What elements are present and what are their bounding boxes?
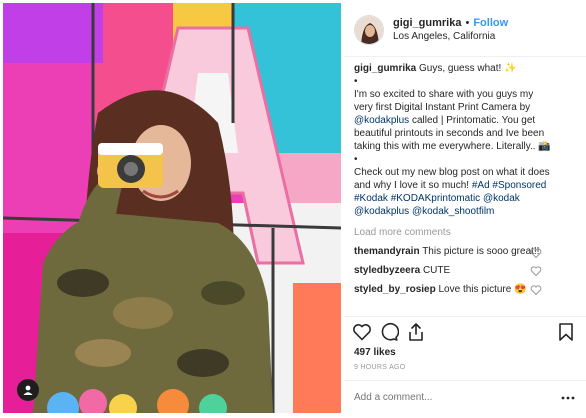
- comment-bubble-icon[interactable]: [379, 322, 399, 342]
- post-timestamp: 9 HOURS AGO: [354, 364, 406, 371]
- person-icon: [23, 385, 33, 395]
- caption-line1: Guys, guess what! ✨: [419, 63, 517, 74]
- header-separator: •: [465, 17, 470, 29]
- comment-heart-icon[interactable]: [530, 247, 542, 259]
- location-link[interactable]: Los Angeles, California: [393, 30, 508, 44]
- caption-para1-a: I'm so excited to share with you guys my…: [354, 89, 534, 113]
- avatar[interactable]: [354, 15, 384, 45]
- more-dots-icon[interactable]: [560, 393, 576, 403]
- load-more-comments-button[interactable]: Load more comments: [354, 226, 554, 239]
- post-caption: gigi_gumrika Guys, guess what! ✨ • I'm s…: [354, 62, 554, 218]
- comments-section: gigi_gumrika Guys, guess what! ✨ • I'm s…: [354, 62, 554, 296]
- avatar-image: [355, 16, 383, 44]
- caption-username[interactable]: gigi_gumrika: [354, 63, 416, 74]
- comment-text: Love this picture 😍: [438, 284, 527, 295]
- header-divider: [344, 56, 586, 57]
- post-side-panel: gigi_gumrika • Follow Los Angeles, Calif…: [344, 0, 586, 418]
- post-actions: [352, 322, 578, 344]
- follow-button[interactable]: Follow: [473, 16, 508, 30]
- comment-item: styledbyzeera CUTE: [354, 264, 554, 277]
- actions-divider: [344, 316, 586, 317]
- comment-username[interactable]: styledbyzeera: [354, 265, 420, 276]
- comment-text: CUTE: [422, 265, 451, 276]
- header-username[interactable]: gigi_gumrika: [393, 16, 461, 30]
- caption-bullet2: •: [354, 154, 358, 165]
- post-photo[interactable]: [3, 3, 341, 413]
- comment-username[interactable]: themandyrain: [354, 246, 420, 257]
- post-header: gigi_gumrika • Follow Los Angeles, Calif…: [344, 8, 584, 52]
- comment-text: This picture is sooo great!!: [422, 246, 540, 257]
- add-comment-input[interactable]: [354, 392, 514, 403]
- photo-illustration: [3, 3, 341, 413]
- caption-mention[interactable]: @kodakplus: [354, 115, 409, 126]
- share-icon[interactable]: [406, 322, 426, 342]
- comment-input-divider: [344, 380, 586, 381]
- bookmark-icon[interactable]: [556, 322, 576, 342]
- comment-username[interactable]: styled_by_rosiep: [354, 284, 436, 295]
- user-tag-button[interactable]: [17, 379, 39, 401]
- instagram-post: gigi_gumrika • Follow Los Angeles, Calif…: [0, 0, 586, 418]
- likes-count[interactable]: 497 likes: [354, 347, 396, 358]
- comment-heart-icon[interactable]: [530, 284, 542, 296]
- comment-item: themandyrain This picture is sooo great!…: [354, 245, 554, 259]
- comment-heart-icon[interactable]: [530, 265, 542, 277]
- caption-bullet1: •: [354, 76, 358, 87]
- comment-item: styled_by_rosiep Love this picture 😍: [354, 283, 554, 296]
- heart-icon[interactable]: [352, 322, 372, 342]
